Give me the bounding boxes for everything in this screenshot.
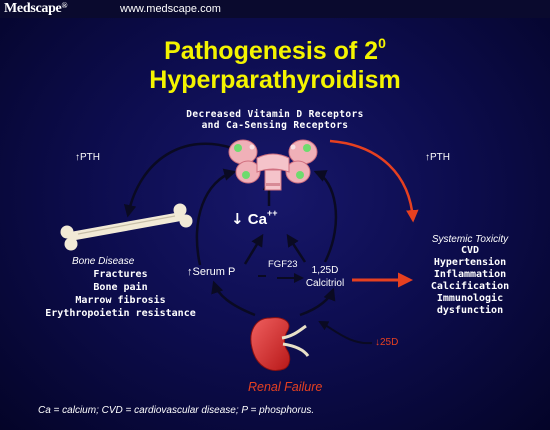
bone-disease-item: Bone pain: [93, 282, 148, 293]
pth-increase-right: ↑PTH: [425, 152, 450, 163]
arrow-25d-to-kidney: [318, 321, 373, 345]
systemic-toxicity-item: dysfunction: [436, 305, 504, 316]
calcitriol-label: 1,25D Calcitriol: [300, 264, 350, 290]
systemic-toxicity-item: Inflammation: [433, 269, 507, 280]
calcium-decrease-label: ↓ Ca++: [231, 208, 278, 228]
renal-failure-label: Renal Failure: [248, 380, 323, 394]
receptor-note-line: Decreased Vitamin D Receptors: [186, 109, 364, 120]
abbreviations-footnote: Ca = calcium; CVD = cardiovascular disea…: [38, 405, 315, 416]
parathyroid-gland-icon: [228, 139, 318, 191]
kidney-icon: [250, 317, 310, 371]
systemic-toxicity-item: Hypertension: [433, 257, 507, 268]
calcitriol-line: Calcitriol: [305, 278, 345, 289]
arrow-serum-p-to-ca: [243, 233, 264, 265]
pth-increase-left: ↑PTH: [75, 152, 100, 163]
bone-disease-item: Erythropoietin resistance: [45, 308, 196, 319]
slide: Medscape® www.medscape.com Pathogenesis …: [0, 0, 550, 430]
calcium-text: Ca: [247, 211, 267, 228]
arrow-gland-to-systemic: [329, 139, 419, 223]
fgf23-label: FGF23: [268, 259, 298, 270]
systemic-toxicity-item: Immunologic: [436, 293, 504, 304]
calcitriol-line: 1,25D: [311, 265, 339, 276]
arrow-serum-p-to-gland: [195, 168, 237, 266]
systemic-toxicity-title: Systemic Toxicity: [431, 234, 509, 245]
systemic-toxicity-item: Calcification: [430, 281, 510, 292]
bone-icon: [60, 203, 193, 251]
receptor-note: Decreased Vitamin D Receptors and Ca-Sen…: [0, 109, 550, 131]
systemic-toxicity-item: CVD: [460, 245, 480, 256]
bone-disease-item: Marrow fibrosis: [75, 295, 166, 306]
calcium-charge: ++: [266, 208, 278, 218]
decrease-arrow: ↓: [231, 210, 244, 228]
serum-p-label: ↑Serum P: [187, 266, 236, 278]
arrow-kidney-to-calcitriol: [299, 287, 336, 317]
receptor-note-line: and Ca-Sensing Receptors: [201, 120, 349, 131]
bone-disease-title: Bone Disease: [72, 256, 135, 267]
systemic-toxicity-list: CVD Hypertension Inflammation Calcificat…: [415, 245, 525, 317]
arrow-calcitriol-to-gland: [313, 170, 338, 263]
25d-decrease-label: ↓25D: [375, 337, 399, 348]
